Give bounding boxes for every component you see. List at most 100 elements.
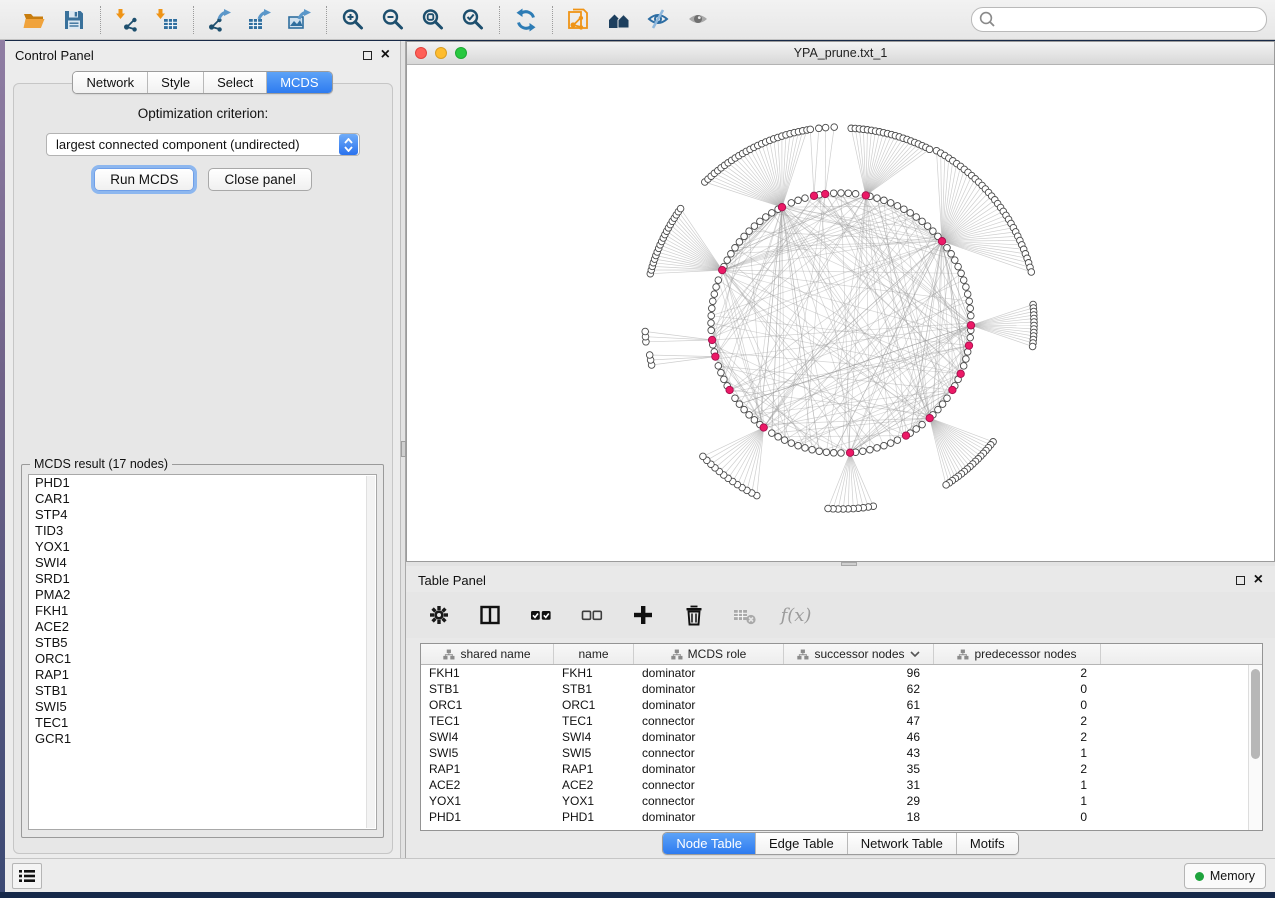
export-image-icon[interactable] — [287, 7, 313, 33]
table-row[interactable]: RAP1RAP1dominator352 — [421, 761, 1262, 777]
table-row[interactable]: SWI4SWI4dominator462 — [421, 729, 1262, 745]
mcds-hub-node[interactable] — [846, 449, 853, 456]
tab-node-table[interactable]: Node Table — [663, 833, 755, 854]
ring-node[interactable] — [939, 401, 946, 408]
ring-node[interactable] — [887, 440, 894, 447]
mcds-hub-node[interactable] — [822, 190, 829, 197]
ring-node[interactable] — [728, 251, 735, 258]
mcds-result-item[interactable]: GCR1 — [29, 731, 376, 747]
ring-node[interactable] — [907, 210, 914, 217]
ring-node[interactable] — [775, 434, 782, 441]
mcds-hub-node[interactable] — [712, 353, 719, 360]
memory-button[interactable]: Memory — [1184, 863, 1266, 889]
mcds-hub-node[interactable] — [902, 432, 909, 439]
ring-node[interactable] — [963, 284, 970, 291]
ring-node[interactable] — [708, 320, 715, 327]
column-header-name[interactable]: name — [554, 644, 634, 664]
tab-edge-table[interactable]: Edge Table — [755, 833, 847, 854]
float-table-panel-icon[interactable] — [1236, 576, 1245, 585]
mcds-result-item[interactable]: STB5 — [29, 635, 376, 651]
ring-node[interactable] — [751, 223, 758, 230]
ring-node[interactable] — [952, 257, 959, 264]
ring-node[interactable] — [746, 228, 753, 235]
ring-node[interactable] — [713, 284, 720, 291]
mcds-result-item[interactable]: CAR1 — [29, 491, 376, 507]
leaf-node[interactable] — [816, 125, 823, 132]
leaf-node[interactable] — [943, 482, 950, 489]
network-graph[interactable] — [407, 65, 1274, 561]
ring-node[interactable] — [960, 363, 967, 370]
ring-node[interactable] — [913, 214, 920, 221]
ring-node[interactable] — [919, 218, 926, 225]
ring-node[interactable] — [724, 257, 731, 264]
ring-node[interactable] — [966, 298, 973, 305]
mcds-list-scrollbar[interactable] — [366, 476, 375, 828]
table-settings-icon[interactable] — [426, 602, 452, 628]
leaf-node[interactable] — [642, 328, 649, 335]
mcds-result-item[interactable]: SRD1 — [29, 571, 376, 587]
leaf-node[interactable] — [700, 453, 707, 460]
leaf-node[interactable] — [1028, 269, 1035, 276]
column-header-predecessor-nodes[interactable]: predecessor nodes — [934, 644, 1101, 664]
zoom-selected-icon[interactable] — [460, 7, 486, 33]
tab-style[interactable]: Style — [147, 72, 203, 93]
run-mcds-button[interactable]: Run MCDS — [94, 168, 194, 191]
ring-node[interactable] — [944, 395, 951, 402]
table-row[interactable]: SWI5SWI5connector431 — [421, 745, 1262, 761]
ring-node[interactable] — [736, 401, 743, 408]
table-row[interactable]: ACE2ACE2connector311 — [421, 777, 1262, 793]
mcds-hub-node[interactable] — [967, 322, 974, 329]
mcds-hub-node[interactable] — [957, 370, 964, 377]
ring-node[interactable] — [964, 291, 971, 298]
ring-node[interactable] — [741, 233, 748, 240]
mcds-hub-node[interactable] — [810, 192, 817, 199]
ring-node[interactable] — [830, 450, 837, 457]
refresh-layout-icon[interactable] — [513, 7, 539, 33]
ring-node[interactable] — [746, 412, 753, 419]
ring-node[interactable] — [960, 277, 967, 284]
tab-network-table[interactable]: Network Table — [847, 833, 956, 854]
leaf-node[interactable] — [926, 146, 933, 153]
ring-node[interactable] — [874, 195, 881, 202]
ring-node[interactable] — [830, 190, 837, 197]
ring-node[interactable] — [845, 190, 852, 197]
tab-select[interactable]: Select — [203, 72, 266, 93]
ring-node[interactable] — [860, 448, 867, 455]
ring-node[interactable] — [732, 245, 739, 252]
leaf-node[interactable] — [831, 124, 838, 131]
ring-node[interactable] — [741, 406, 748, 413]
column-header-successor-nodes[interactable]: successor nodes — [784, 644, 934, 664]
import-table-icon[interactable] — [154, 7, 180, 33]
ring-node[interactable] — [955, 263, 962, 270]
ring-node[interactable] — [967, 305, 974, 312]
mcds-hub-node[interactable] — [708, 336, 715, 343]
table-row[interactable]: STB1STB1dominator620 — [421, 681, 1262, 697]
leaf-node[interactable] — [677, 205, 684, 212]
optimization-criterion-dropdown[interactable]: largest connected component (undirected) — [46, 133, 360, 156]
ring-node[interactable] — [867, 446, 874, 453]
mcds-result-item[interactable]: STP4 — [29, 507, 376, 523]
save-session-icon[interactable] — [61, 7, 87, 33]
horizontal-splitter[interactable] — [406, 562, 1275, 566]
mcds-result-item[interactable]: ACE2 — [29, 619, 376, 635]
mcds-result-item[interactable]: STB1 — [29, 683, 376, 699]
mcds-hub-node[interactable] — [726, 386, 733, 393]
delete-column-icon[interactable] — [681, 602, 707, 628]
hide-selected-icon[interactable] — [646, 7, 672, 33]
deselect-all-icon[interactable] — [579, 602, 605, 628]
ring-node[interactable] — [769, 210, 776, 217]
mcds-hub-node[interactable] — [760, 424, 767, 431]
ring-node[interactable] — [838, 450, 845, 457]
ring-node[interactable] — [710, 298, 717, 305]
mcds-result-item[interactable]: SWI4 — [29, 555, 376, 571]
leaf-node[interactable] — [807, 126, 814, 133]
ring-node[interactable] — [781, 437, 788, 444]
ring-node[interactable] — [838, 190, 845, 197]
ring-node[interactable] — [874, 445, 881, 452]
ring-node[interactable] — [751, 417, 758, 424]
ring-node[interactable] — [709, 305, 716, 312]
mcds-result-item[interactable]: ORC1 — [29, 651, 376, 667]
float-panel-icon[interactable] — [363, 51, 372, 60]
ring-node[interactable] — [823, 449, 830, 456]
table-row[interactable]: ORC1ORC1dominator610 — [421, 697, 1262, 713]
